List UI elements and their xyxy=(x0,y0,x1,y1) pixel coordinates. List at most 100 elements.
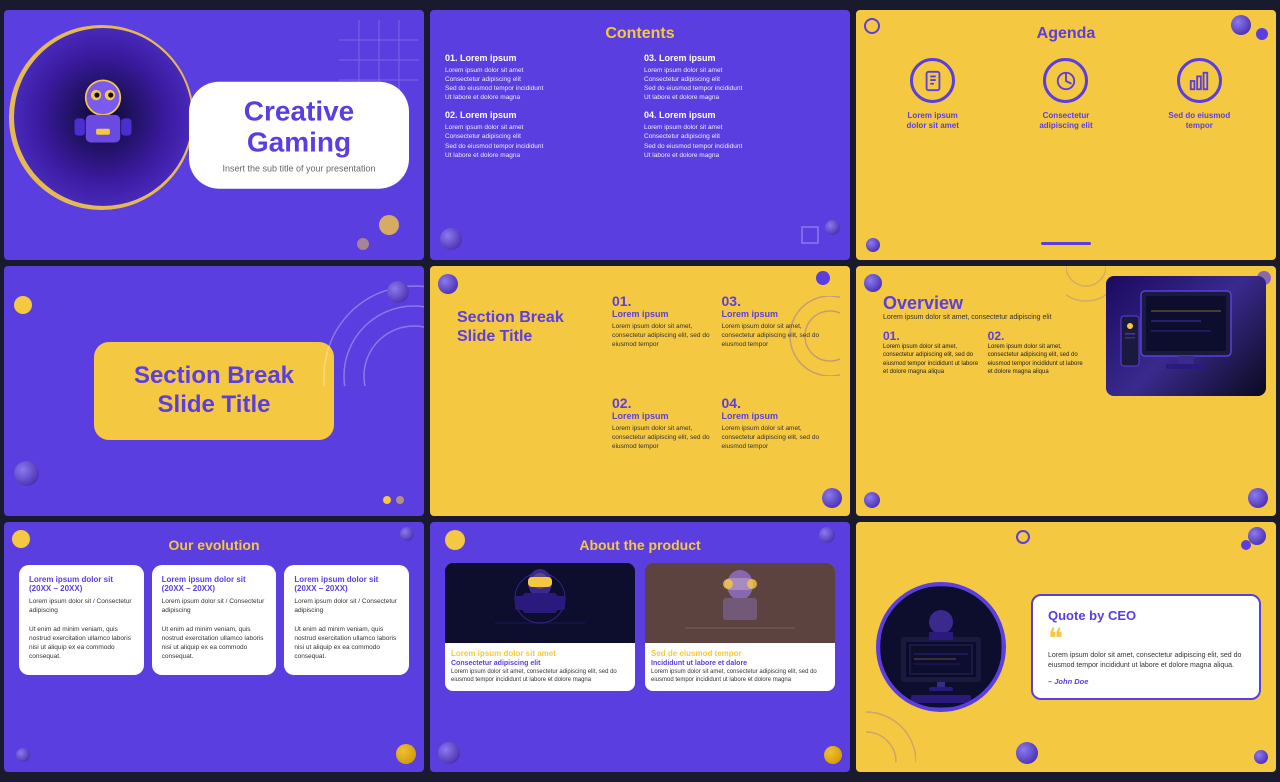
overview-items: 01. Lorem ipsum dolor sit amet, consecte… xyxy=(883,329,1084,377)
agenda-icon-3 xyxy=(1177,58,1222,103)
deco-s8-2 xyxy=(819,527,835,543)
deco-sphere-1 xyxy=(1231,15,1251,35)
deco-s8-3 xyxy=(438,742,460,764)
deco-outline-1 xyxy=(864,18,880,34)
deco-s9-arcs xyxy=(866,702,916,762)
content-item-2-text: Lorem ipsum dolor sit ametConsectetur ad… xyxy=(445,123,636,159)
slide-1[interactable]: Creative Gaming Insert the sub title of … xyxy=(4,10,424,260)
agenda-title: Agenda xyxy=(871,25,1261,43)
overview-p-2: Lorem ipsum dolor sit amet, consectetur … xyxy=(988,343,1085,377)
contents-title: Contents xyxy=(445,25,835,43)
agenda-icon-2 xyxy=(1043,58,1088,103)
deco-s9-5 xyxy=(1254,750,1268,764)
deco-s8-1 xyxy=(445,530,465,550)
slide5-p-2: Lorem ipsum dolor sit amet, consectetur … xyxy=(612,424,714,451)
deco-s8-4 xyxy=(824,746,842,764)
content-item-2-heading: 02. Lorem ipsum xyxy=(445,110,636,120)
slide-title: Creative Gaming xyxy=(209,97,389,159)
slide-2[interactable]: Contents 01. Lorem ipsum Lorem ipsum dol… xyxy=(430,10,850,260)
overview-item-1: 01. Lorem ipsum dolor sit amet, consecte… xyxy=(883,329,980,377)
content-item-3-heading: 03. Lorem ipsum xyxy=(644,53,835,63)
content-item-4: 04. Lorem ipsum Lorem ipsum dolor sit am… xyxy=(644,110,835,159)
slide5-h-1: Lorem ipsum xyxy=(612,309,714,319)
deco-sphere-3 xyxy=(866,238,880,252)
content-item-1-text: Lorem ipsum dolor sit ametConsectetur ad… xyxy=(445,66,636,102)
overview-image xyxy=(1106,276,1266,396)
deco-sphere-right xyxy=(387,281,409,303)
slide5-h-2: Lorem ipsum xyxy=(612,411,714,421)
slide-7[interactable]: Our evolution Lorem ipsum dolor sit(20XX… xyxy=(4,522,424,772)
product-img-2 xyxy=(645,563,835,643)
slide5-num-4: 04. xyxy=(722,395,824,411)
slide-5[interactable]: Section BreakSlide Title 01. Lorem ipsum… xyxy=(430,266,850,516)
evo-card-1-body: Ut enim ad minim veniam, quis nostrud ex… xyxy=(29,625,134,661)
slide5-h-4: Lorem ipsum xyxy=(722,411,824,421)
product-grid: Lorem ipsum dolor sit amet Consectetur a… xyxy=(445,563,835,691)
section5-header: Section BreakSlide Title xyxy=(457,308,597,346)
product-title: About the product xyxy=(445,537,835,553)
slide5-p-4: Lorem ipsum dolor sit amet, consectetur … xyxy=(722,424,824,451)
product-info-2: Sed de eiusmod tempor Incididunt ut labo… xyxy=(645,643,835,691)
deco-square xyxy=(800,225,820,245)
quote-author: – John Doe xyxy=(1048,677,1244,686)
content-item-4-text: Lorem ipsum dolor sit ametConsectetur ad… xyxy=(644,123,835,159)
slide-8[interactable]: About the product xyxy=(430,522,850,772)
evo-card-2-title: Lorem ipsum dolor sit(20XX – 20XX) xyxy=(162,575,267,593)
overview-num-2: 02. xyxy=(988,329,1085,343)
content-item-3: 03. Lorem ipsum Lorem ipsum dolor sit am… xyxy=(644,53,835,102)
deco-sphere-left xyxy=(14,461,39,486)
overview-p-1: Lorem ipsum dolor sit amet, consectetur … xyxy=(883,343,980,377)
section-break-title: Section BreakSlide Title xyxy=(119,362,309,420)
deco-s6-3 xyxy=(864,492,880,508)
title-line1: Creative xyxy=(244,96,355,127)
overview-num-1: 01. xyxy=(883,329,980,343)
slide5-item-4: 04. Lorem ipsum Lorem ipsum dolor sit am… xyxy=(722,395,824,489)
deco-dots xyxy=(383,496,404,504)
slide5-item-1: 01. Lorem ipsum Lorem ipsum dolor sit am… xyxy=(612,293,714,387)
product-info-1: Lorem ipsum dolor sit amet Consectetur a… xyxy=(445,643,635,691)
product-sub-2: Incididunt ut labore et dalore xyxy=(651,660,829,667)
slide5-num-2: 02. xyxy=(612,395,714,411)
evo-card-3-title: Lorem ipsum dolor sit(20XX – 20XX) xyxy=(294,575,399,593)
evo-cards: Lorem ipsum dolor sit(20XX – 20XX) Lorem… xyxy=(19,565,409,675)
evo-card-3: Lorem ipsum dolor sit(20XX – 20XX) Lorem… xyxy=(284,565,409,675)
deco-s5-1 xyxy=(438,274,458,294)
quote-text: Lorem ipsum dolor sit amet, consectetur … xyxy=(1048,651,1244,672)
slide-6[interactable]: Overview Lorem ipsum dolor sit amet, con… xyxy=(856,266,1276,516)
agenda-icon-1 xyxy=(910,58,955,103)
agenda-item-3: Sed do eiusmodtempor xyxy=(1138,58,1261,132)
evo-card-1-title: Lorem ipsum dolor sit(20XX – 20XX) xyxy=(29,575,134,593)
overview-item-2: 02. Lorem ipsum dolor sit amet, consecte… xyxy=(988,329,1085,377)
deco-s5-3 xyxy=(822,488,842,508)
slide5-item-2: 02. Lorem ipsum Lorem ipsum dolor sit am… xyxy=(612,395,714,489)
ceo-photo xyxy=(876,582,1006,712)
deco-sphere-2 xyxy=(1256,28,1268,40)
deco-s5-2 xyxy=(816,271,830,285)
slide-3[interactable]: Agenda Lorem ipsumdolor sit amet xyxy=(856,10,1276,260)
slide5-num-1: 01. xyxy=(612,293,714,309)
quote-title: Quote by CEO xyxy=(1048,608,1244,623)
slide-4[interactable]: Section BreakSlide Title xyxy=(4,266,424,516)
product-text-1: Lorem ipsum dolor sit amet, consectetur … xyxy=(451,669,629,685)
content-item-3-text: Lorem ipsum dolor sit ametConsectetur ad… xyxy=(644,66,835,102)
title-box: Creative Gaming Insert the sub title of … xyxy=(189,82,409,189)
evo-card-1: Lorem ipsum dolor sit(20XX – 20XX) Lorem… xyxy=(19,565,144,675)
slide-9[interactable]: Quote by CEO ❝ Lorem ipsum dolor sit ame… xyxy=(856,522,1276,772)
product-card-1: Lorem ipsum dolor sit amet Consectetur a… xyxy=(445,563,635,691)
evo-card-3-sub: Lorem ipsum dolor sit / Consectetur adip… xyxy=(294,597,399,615)
product-sub-1: Consectetur adipiscing elit xyxy=(451,660,629,667)
evo-card-1-sub: Lorem ipsum dolor sit / Consectetur adip… xyxy=(29,597,134,615)
agenda-item-1-label: Lorem ipsumdolor sit amet xyxy=(871,111,994,132)
deco-s9-4 xyxy=(1016,742,1038,764)
deco-yellow-1 xyxy=(14,296,32,314)
deco-s6-4 xyxy=(1248,488,1268,508)
deco-circle-1 xyxy=(379,215,399,235)
product-text-2: Lorem ipsum dolor sit amet, consectetur … xyxy=(651,669,829,685)
content-item-1-heading: 01. Lorem ipsum xyxy=(445,53,636,63)
product-heading-2: Sed de eiusmod tempor xyxy=(651,649,829,658)
agenda-item-2: Consecteturadipiscing elit xyxy=(1004,58,1127,132)
quote-box: Quote by CEO ❝ Lorem ipsum dolor sit ame… xyxy=(1031,594,1261,699)
agenda-item-1: Lorem ipsumdolor sit amet xyxy=(871,58,994,132)
content-item-1: 01. Lorem ipsum Lorem ipsum dolor sit am… xyxy=(445,53,636,102)
evo-card-2: Lorem ipsum dolor sit(20XX – 20XX) Lorem… xyxy=(152,565,277,675)
